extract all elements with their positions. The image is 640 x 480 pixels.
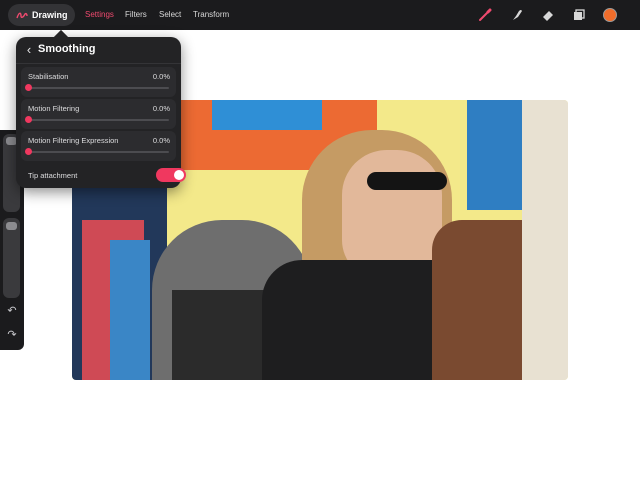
motion-filtering-slider-thumb[interactable] <box>25 116 32 123</box>
gallery-button[interactable]: Drawing <box>8 4 75 26</box>
menu-select[interactable]: Select <box>159 10 181 19</box>
opacity-thumb[interactable] <box>6 222 17 230</box>
setting-label: Motion Filtering <box>28 104 80 113</box>
collage-blue-right <box>467 100 527 210</box>
motion-filtering-expression-slider[interactable] <box>28 151 169 153</box>
collage-sunglasses <box>367 172 447 190</box>
procreate-logo-icon <box>16 12 28 19</box>
setting-value: 0.0% <box>152 136 170 145</box>
setting-value: 0.0% <box>152 72 170 81</box>
opacity-slider[interactable] <box>3 218 20 298</box>
menu-transform[interactable]: Transform <box>193 10 229 19</box>
collage-cream-panel <box>522 100 568 380</box>
collage-hand <box>432 220 527 380</box>
undo-icon[interactable]: ↶ <box>4 304 20 318</box>
motion-filtering-slider[interactable] <box>28 119 169 121</box>
setting-motion-filtering[interactable]: Motion Filtering 0.0% <box>21 99 176 129</box>
collage-blue-shape <box>212 100 322 130</box>
menu-filters[interactable]: Filters <box>125 10 147 19</box>
color-picker-button[interactable] <box>603 8 617 22</box>
toggle-knob <box>174 170 184 180</box>
setting-label: Stabilisation <box>28 72 69 81</box>
brush-icon[interactable] <box>478 8 492 22</box>
setting-label: Motion Filtering Expression <box>28 136 119 145</box>
stabilisation-slider-thumb[interactable] <box>25 84 32 91</box>
menu-settings[interactable]: Settings <box>85 10 114 19</box>
setting-stabilisation[interactable]: Stabilisation 0.0% <box>21 67 176 97</box>
back-chevron-icon[interactable]: ‹ <box>22 42 36 58</box>
top-toolbar: Drawing Settings Filters Select Transfor… <box>0 0 640 30</box>
stabilisation-slider[interactable] <box>28 87 169 89</box>
setting-value: 0.0% <box>152 104 170 113</box>
panel-title: Smoothing <box>38 43 96 55</box>
redo-icon[interactable]: ↷ <box>4 328 20 342</box>
tip-attachment-toggle[interactable] <box>156 168 186 182</box>
smudge-icon[interactable] <box>510 8 524 22</box>
eraser-icon[interactable] <box>541 8 555 22</box>
motion-filtering-expression-slider-thumb[interactable] <box>25 148 32 155</box>
divider <box>16 63 181 64</box>
layers-icon[interactable] <box>572 8 586 22</box>
panel-header: ‹ Smoothing <box>16 37 181 63</box>
collage-blue-block-left <box>110 240 150 380</box>
gallery-label: Drawing <box>32 10 68 20</box>
setting-motion-filtering-expression[interactable]: Motion Filtering Expression 0.0% <box>21 131 176 161</box>
tip-attachment-label: Tip attachment <box>28 171 78 180</box>
smoothing-panel: ‹ Smoothing Stabilisation 0.0% Motion Fi… <box>16 29 186 188</box>
